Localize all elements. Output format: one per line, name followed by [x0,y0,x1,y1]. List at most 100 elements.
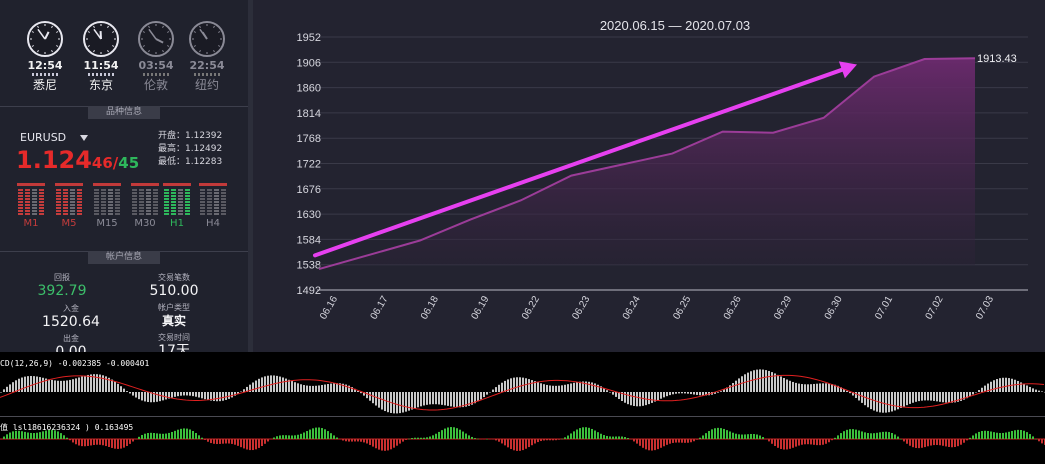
oscillator-bar [57,431,59,439]
macd-bar [54,380,56,392]
macd-bar [669,392,671,396]
macd-bar [270,375,272,392]
x-tick-label: 06.17 [369,294,391,322]
y-tick-label: 1538 [297,260,321,272]
macd-bar [252,382,254,392]
macd-bar [327,384,329,392]
oscillator-bar [588,427,590,439]
caret-down-icon[interactable] [80,135,88,141]
macd-bar [57,380,59,392]
oscillator-bar [207,439,209,442]
macd-bar [450,392,452,407]
signal-column [108,189,113,215]
oscillator-bar [414,437,416,439]
oscillator-bar [837,435,839,439]
stat-trade-time: 交易时间 17天 [134,333,214,352]
oscillator-bar [975,433,977,439]
macd-bar [573,382,575,392]
macd-bar [948,392,950,403]
oscillator-bar [522,439,524,451]
macd-bar [891,392,893,412]
macd-bar [672,392,674,395]
oscillator-bar [684,439,686,443]
oscillator-bar [840,433,842,439]
macd-bar [303,385,305,392]
macd-bar [909,392,911,404]
macd-bar [918,392,920,402]
timeframe-h4[interactable]: H4 [199,183,227,229]
macd-bar [306,385,308,392]
oscillator-bar [708,431,710,439]
clock-face-icon [27,21,63,57]
macd-bar [291,381,293,392]
macd-bar [42,377,44,392]
oscillator-bar [825,439,827,444]
macd-bar [183,392,185,396]
timeframe-m5[interactable]: M5 [55,183,83,229]
oscillator-bar [786,439,788,450]
y-tick-label: 1676 [297,184,321,196]
macd-bar [798,383,800,392]
timeframe-m1[interactable]: M1 [17,183,45,229]
macd-bar [738,378,740,392]
oscillator-bar [36,432,38,439]
oscillator-bar [165,433,167,439]
x-tick-label: 06.23 [570,294,592,322]
macd-bar [762,369,764,392]
x-tick-label: 06.19 [469,294,491,322]
signal-column [25,189,30,215]
macd-bar [513,377,515,392]
oscillator-bar [120,439,122,449]
macd-bar [999,378,1001,392]
macd-bar [759,369,761,392]
oscillator-bar [621,436,623,439]
oscillator-bar [483,439,485,440]
timeframe-m15[interactable]: M15 [93,183,121,229]
oscillator-bar [303,432,305,439]
oscillator-bar [849,429,851,439]
macd-bar [318,385,320,392]
oscillator-bar [456,428,458,439]
oscillator-bar [114,439,116,449]
macd-bar [543,384,545,392]
clock-3: 03:54 伦敦 [133,20,179,92]
symbol-selector[interactable]: EURUSD [20,131,66,144]
oscillator-bar [678,439,680,443]
timeframe-label: H1 [170,218,184,229]
oscillator-bar [234,439,236,445]
macd-bar [978,390,980,392]
y-axis-labels: 1492 1538 1584 1630 1676 1722 1768 1814 1860 1906… [297,32,321,297]
oscillator-bar [384,439,386,451]
timeframe-label: M15 [96,218,118,229]
oscillator-bar [648,439,650,451]
macd-bar [1017,380,1019,392]
oscillator-bar [870,433,872,439]
account-type-label: 帐户类型 [158,303,190,312]
macd-bar [312,385,314,392]
macd-bar [570,383,572,392]
macd-bar [309,385,311,392]
macd-bar [501,382,503,392]
oscillator-bar [627,438,629,439]
timeframe-m30[interactable]: M30 [131,183,159,229]
macd-bar [828,383,830,392]
clock-time: 11:54 [83,59,119,72]
timeframe-h1[interactable]: H1 [163,183,191,229]
oscillator-bar [594,430,596,439]
signal-column [171,189,176,215]
oscillator-bar [342,439,344,441]
stat-trades: 交易笔数 510.00 [134,273,214,300]
oscillator-bar [453,427,455,439]
macd-bar [66,380,68,392]
oscillator-bar [396,439,398,446]
oscillator-bar [297,434,299,439]
clock-city: 悉尼 [32,78,57,92]
oscillator-bar [480,439,482,440]
oscillator-bar [1005,432,1007,439]
oscillator-bar [579,428,581,439]
last-value-label: 1913.43 [977,53,1017,65]
oscillator-bar [933,439,935,446]
macd-bar [369,392,371,401]
oscillator-bar [969,437,971,439]
oscillator-bar [75,439,77,445]
